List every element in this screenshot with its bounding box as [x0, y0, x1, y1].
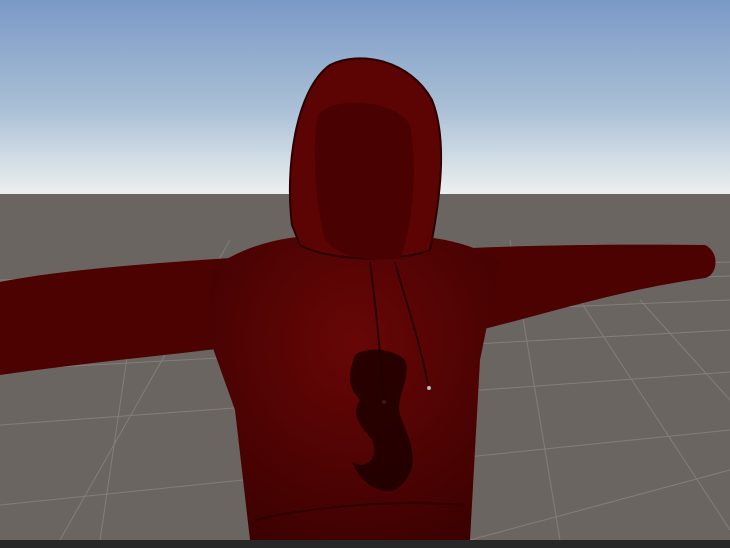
scene-viewport[interactable]: [0, 0, 730, 541]
hood-opening: [314, 102, 414, 260]
aglet-right: [427, 386, 431, 390]
editor-bottom-border: [0, 540, 730, 548]
scene-render: [0, 0, 730, 541]
